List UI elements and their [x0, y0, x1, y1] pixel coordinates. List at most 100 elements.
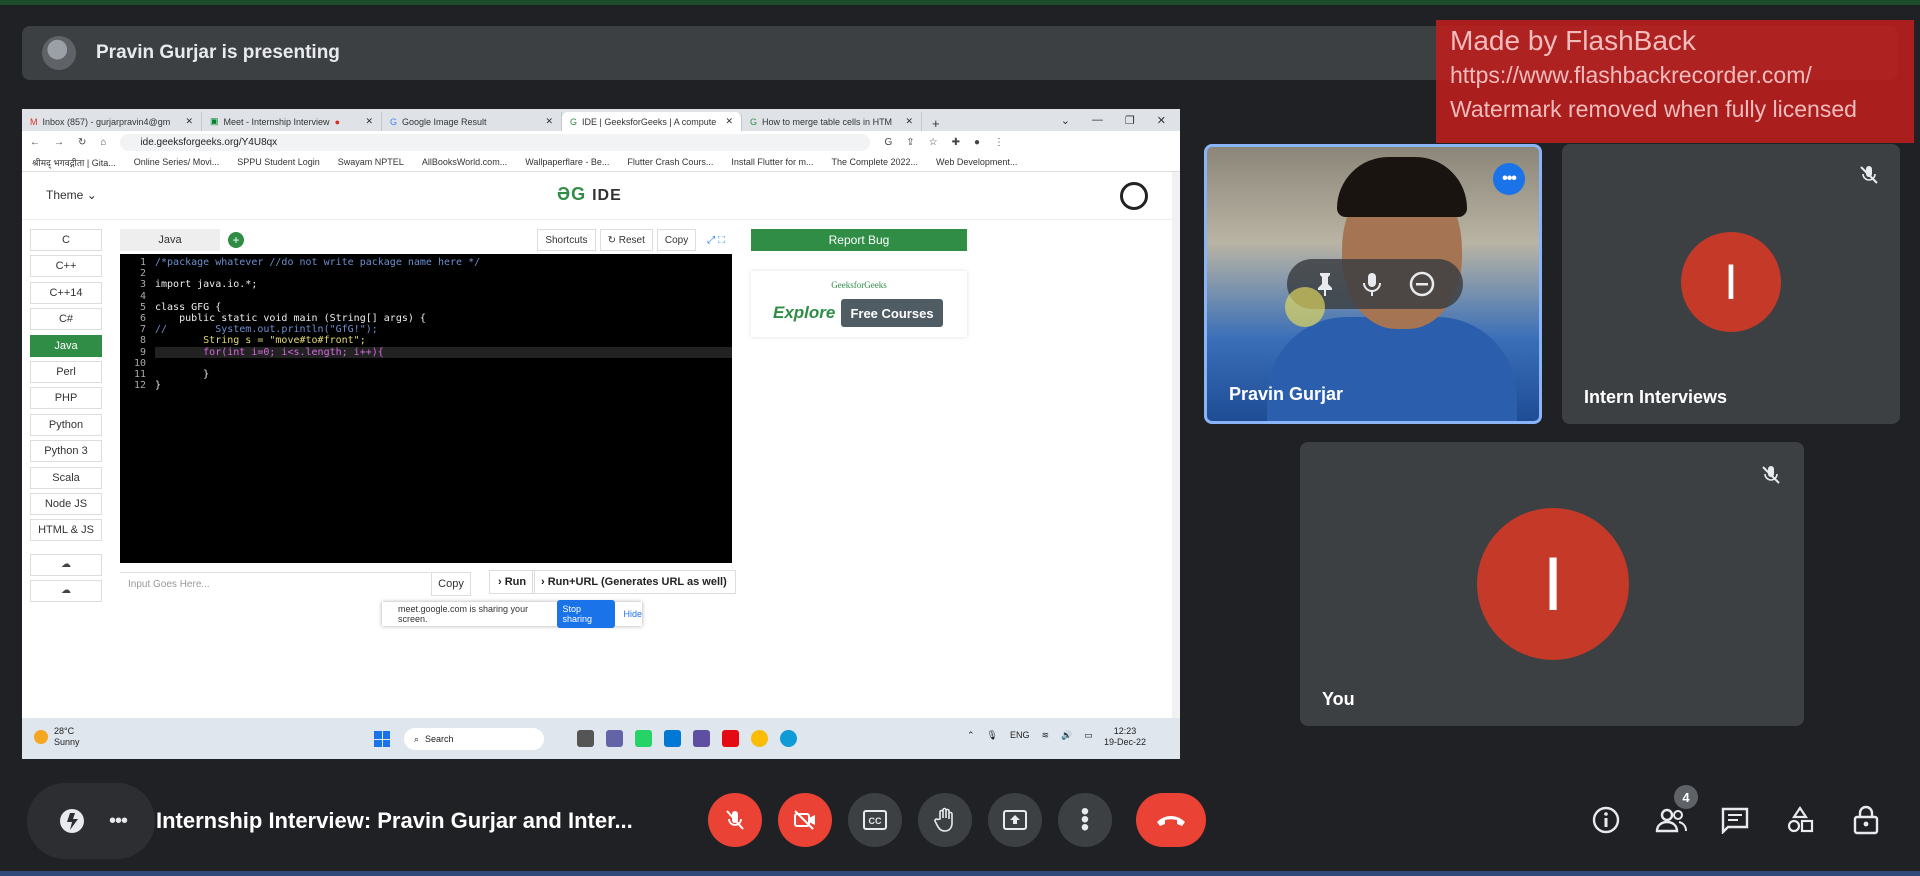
page-scrollbar[interactable]: [1172, 172, 1180, 718]
run-button[interactable]: › Run: [489, 570, 536, 594]
share-icon[interactable]: ⇪: [906, 137, 914, 148]
volume-icon[interactable]: 🔊: [1061, 730, 1072, 741]
bookmark-item[interactable]: Web Development...: [936, 157, 1017, 167]
leave-call-button[interactable]: [1136, 793, 1206, 847]
close-window-icon[interactable]: ✕: [1157, 114, 1166, 127]
microphone-icon[interactable]: [1361, 271, 1383, 297]
microphone-icon[interactable]: 🎙: [987, 730, 998, 741]
add-tab-icon[interactable]: +: [228, 232, 244, 248]
language-python3[interactable]: Python 3: [30, 440, 102, 463]
stop-sharing-button[interactable]: Stop sharing: [556, 600, 616, 628]
teams-icon[interactable]: [606, 730, 623, 747]
maximize-icon[interactable]: ❐: [1125, 114, 1135, 127]
copy-input-button[interactable]: Copy: [431, 572, 471, 596]
shortcuts-button[interactable]: Shortcuts: [537, 229, 596, 251]
user-account-icon[interactable]: [1120, 182, 1148, 210]
raise-hand-button[interactable]: [918, 793, 972, 847]
upload-cloud-icon[interactable]: ☁: [30, 553, 102, 576]
language-csharp[interactable]: C#: [30, 308, 102, 331]
reload-icon[interactable]: ↻: [78, 137, 86, 148]
taskbar-clock[interactable]: 12:23 19-Dec-22: [1104, 726, 1146, 748]
wifi-icon[interactable]: ≋: [1042, 730, 1050, 741]
bookmark-item[interactable]: AllBooksWorld.com...: [422, 157, 507, 167]
battery-icon[interactable]: ▭: [1084, 730, 1093, 741]
language-scala[interactable]: Scala: [30, 466, 102, 489]
captions-button[interactable]: CC: [848, 793, 902, 847]
back-icon[interactable]: ←: [30, 137, 40, 148]
browser-tab-meet[interactable]: ▣ Meet - Internship Interview ● ✕: [202, 112, 382, 131]
reset-button[interactable]: ↻ Reset: [599, 229, 653, 251]
more-options-button[interactable]: • • •: [1058, 793, 1112, 847]
new-tab-button[interactable]: +: [922, 116, 950, 131]
hide-button[interactable]: Hide: [623, 609, 642, 619]
chrome-icon[interactable]: [751, 730, 768, 747]
present-screen-button[interactable]: [988, 793, 1042, 847]
more-horizontal-icon[interactable]: •••: [109, 810, 128, 833]
chat-button[interactable]: [1715, 800, 1755, 840]
theme-dropdown[interactable]: Theme ⌄: [46, 188, 97, 202]
language-perl[interactable]: Perl: [30, 360, 102, 383]
forward-icon[interactable]: →: [54, 137, 64, 148]
browser-tab-google-image[interactable]: G Google Image Result ✕: [382, 112, 562, 131]
netflix-icon[interactable]: [722, 730, 739, 747]
language-nodejs[interactable]: Node JS: [30, 492, 102, 515]
extensions-icon[interactable]: ✚: [952, 137, 960, 148]
expand-icon[interactable]: ⤢ ⛶: [700, 229, 732, 251]
free-courses-button[interactable]: Free Courses: [841, 299, 943, 327]
whatsapp-icon[interactable]: [635, 730, 652, 747]
windows-start-icon[interactable]: [374, 731, 390, 747]
home-icon[interactable]: ⌂: [100, 137, 106, 148]
mic-toggle-button[interactable]: [708, 793, 762, 847]
close-icon[interactable]: ✕: [545, 116, 553, 127]
bookmark-item[interactable]: Swayam NPTEL: [338, 157, 404, 167]
bookmark-item[interactable]: Online Series/ Movi...: [134, 157, 220, 167]
copy-button[interactable]: Copy: [656, 229, 697, 251]
browser-tab-merge-cells[interactable]: G How to merge table cells in HTM ✕: [742, 112, 922, 131]
browser-tab-gfg-ide[interactable]: G IDE | GeeksforGeeks | A compute ✕: [562, 112, 742, 131]
edge-icon[interactable]: [780, 730, 797, 747]
tab-search-icon[interactable]: ⌄: [1061, 114, 1070, 127]
mail-icon[interactable]: [664, 730, 681, 747]
activities-icon[interactable]: [57, 806, 87, 836]
chevron-up-icon[interactable]: ⌃: [967, 730, 975, 741]
minimize-icon[interactable]: —: [1092, 114, 1103, 126]
camera-toggle-button[interactable]: [778, 793, 832, 847]
menu-kebab-icon[interactable]: ⋮: [994, 137, 1004, 148]
meeting-details-button[interactable]: [1586, 800, 1626, 840]
language-c[interactable]: C: [30, 229, 102, 251]
participant-tile-intern[interactable]: I Intern Interviews: [1562, 144, 1900, 424]
bookmark-item[interactable]: SPPU Student Login: [237, 157, 320, 167]
language-cpp[interactable]: C++: [30, 255, 102, 278]
language-html-js[interactable]: HTML & JS: [30, 519, 102, 542]
report-bug-button[interactable]: Report Bug: [751, 229, 967, 251]
activities-chip[interactable]: •••: [27, 783, 155, 859]
participant-tile-pravin[interactable]: ••• Pravin Gurjar: [1204, 144, 1542, 424]
url-field[interactable]: ide.geeksforgeeks.org/Y4U8qx: [120, 133, 871, 151]
language-indicator[interactable]: ENG: [1010, 730, 1030, 741]
file-explorer-icon[interactable]: [577, 730, 594, 747]
language-python[interactable]: Python: [30, 413, 102, 436]
close-icon[interactable]: ✕: [905, 116, 913, 127]
close-icon[interactable]: ✕: [365, 116, 373, 127]
language-php[interactable]: PHP: [30, 387, 102, 410]
code-editor[interactable]: 1 2 3 4 5 6 7 8 9 10 11 12 /*package wha…: [120, 254, 732, 563]
remove-icon[interactable]: [1408, 270, 1436, 298]
close-icon[interactable]: ✕: [725, 116, 733, 127]
browser-tab-gmail[interactable]: M Inbox (857) - gurjarpravin4@gm ✕: [22, 112, 202, 131]
language-cpp14[interactable]: C++14: [30, 281, 102, 304]
profile-icon[interactable]: ●: [974, 137, 980, 148]
more-options-icon[interactable]: •••: [1493, 163, 1525, 195]
courses-promo[interactable]: GeeksforGeeks Explore Free Courses: [751, 271, 967, 337]
app-icon[interactable]: [693, 730, 710, 747]
activities-button[interactable]: [1780, 800, 1820, 840]
download-cloud-icon[interactable]: ☁: [30, 579, 102, 602]
run-url-button[interactable]: › Run+URL (Generates URL as well): [532, 570, 736, 594]
weather-widget[interactable]: 28°C Sunny: [34, 726, 80, 748]
bookmark-item[interactable]: Wallpaperflare - Be...: [525, 157, 609, 167]
host-controls-button[interactable]: [1846, 800, 1886, 840]
bookmark-item[interactable]: Install Flutter for m...: [731, 157, 813, 167]
bookmark-item[interactable]: The Complete 2022...: [831, 157, 918, 167]
bookmark-item[interactable]: Flutter Crash Cours...: [627, 157, 713, 167]
taskbar-search[interactable]: ⌕ Search: [404, 728, 544, 750]
google-lens-icon[interactable]: G: [884, 137, 892, 148]
